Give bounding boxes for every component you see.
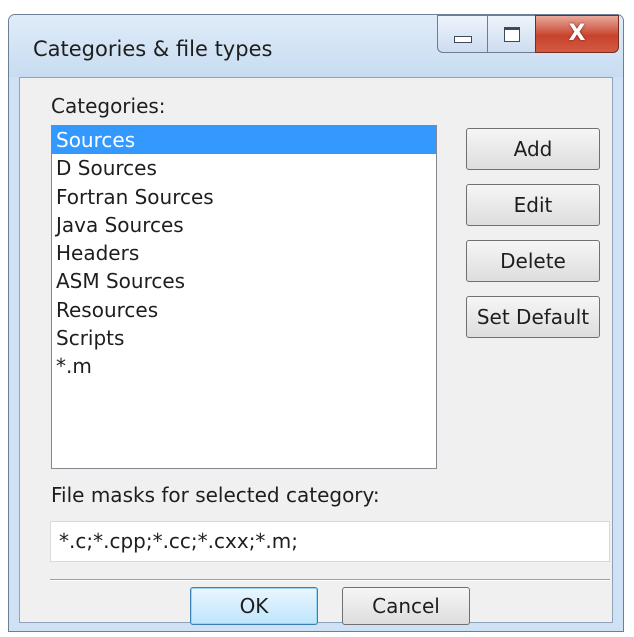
set-default-button[interactable]: Set Default <box>466 296 600 338</box>
list-item[interactable]: *.m <box>52 352 436 380</box>
list-item[interactable]: ASM Sources <box>52 267 436 295</box>
add-button[interactable]: Add <box>466 128 600 170</box>
list-item[interactable]: Resources <box>52 296 436 324</box>
file-masks-label: File masks for selected category: <box>51 483 380 507</box>
dialog-window: Categories & file types X Categories: So… <box>8 14 624 632</box>
list-item[interactable]: Fortran Sources <box>52 183 436 211</box>
maximize-icon <box>503 26 520 42</box>
close-icon: X <box>568 21 586 46</box>
categories-label: Categories: <box>51 94 166 118</box>
list-item[interactable]: D Sources <box>52 154 436 182</box>
list-item[interactable]: Headers <box>52 239 436 267</box>
ok-button[interactable]: OK <box>190 587 318 625</box>
cancel-button[interactable]: Cancel <box>342 587 470 625</box>
minimize-icon <box>453 35 472 43</box>
edit-button[interactable]: Edit <box>466 184 600 226</box>
list-item[interactable]: Sources <box>52 126 436 155</box>
window-title: Categories & file types <box>33 37 273 61</box>
delete-button[interactable]: Delete <box>466 240 600 282</box>
dialog-body: Categories: Sources D Sources Fortran So… <box>19 77 613 625</box>
title-bar[interactable]: Categories & file types X <box>9 15 623 77</box>
close-button[interactable]: X <box>535 15 619 53</box>
maximize-button[interactable] <box>487 15 535 53</box>
minimize-button[interactable] <box>437 15 487 53</box>
list-item[interactable]: Java Sources <box>52 211 436 239</box>
caption-buttons: X <box>437 15 619 53</box>
list-item[interactable]: Scripts <box>52 324 436 352</box>
file-masks-field[interactable]: *.c;*.cpp;*.cc;*.cxx;*.m; <box>50 521 610 562</box>
separator <box>50 579 610 581</box>
categories-listbox[interactable]: Sources D Sources Fortran Sources Java S… <box>51 125 437 469</box>
